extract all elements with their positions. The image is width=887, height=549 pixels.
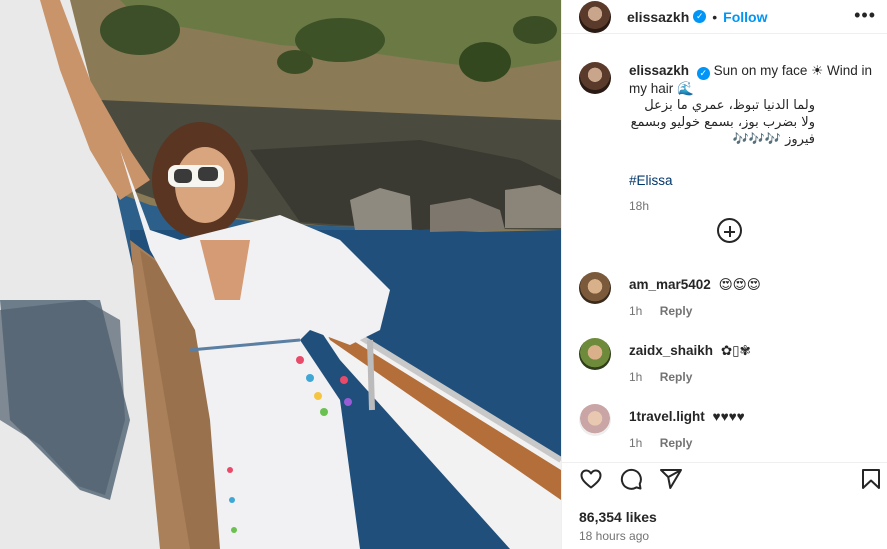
comment-icon[interactable]	[619, 467, 643, 491]
author-avatar[interactable]	[579, 0, 611, 33]
hashtag-link[interactable]: #Elissa	[629, 172, 879, 189]
verified-badge-icon: ✓	[696, 67, 710, 80]
comment-username[interactable]: zaidx_shaikh	[629, 343, 713, 358]
comment-item: am_mar5402 😍😍😍 1h Reply	[579, 272, 879, 318]
comment-username[interactable]: am_mar5402	[629, 277, 711, 292]
action-bar: 86,354 likes 18 hours ago	[562, 462, 887, 549]
bookmark-icon[interactable]	[859, 467, 883, 491]
reply-button[interactable]: Reply	[660, 370, 693, 384]
comment-item: 1travel.light ♥♥♥♥ 1h Reply	[579, 404, 879, 450]
caption-username[interactable]: elissazkh	[629, 63, 689, 78]
heart-icon[interactable]	[579, 467, 603, 491]
post-panel: elissazkh ✓ • Follow ••• elissazkh ✓ Sun…	[561, 0, 887, 549]
comment-text: 😍😍😍	[718, 277, 761, 292]
post-time-ago: 18 hours ago	[579, 529, 650, 543]
comment-time: 1h	[629, 304, 643, 318]
separator-dot: •	[712, 8, 718, 25]
follow-button[interactable]: Follow	[723, 9, 767, 25]
commenter-avatar[interactable]	[579, 272, 611, 304]
reply-button[interactable]: Reply	[660, 304, 693, 318]
verified-badge-icon: ✓	[693, 10, 707, 23]
more-options-icon[interactable]: •••	[854, 6, 876, 24]
post-image	[0, 0, 561, 549]
likes-count[interactable]: 86,354 likes	[579, 509, 657, 525]
caption-arabic-text: ولما الدنيا تبوظ، عمري ما بزعل ولا بضرب …	[630, 98, 815, 147]
commenter-avatar[interactable]	[579, 404, 611, 436]
comment-username[interactable]: 1travel.light	[629, 409, 705, 424]
comment-time: 1h	[629, 370, 643, 384]
load-more-comments-icon[interactable]	[717, 218, 742, 243]
caption: elissazkh ✓ Sun on my face ☀ Wind in my …	[579, 62, 879, 215]
post-header: elissazkh ✓ • Follow •••	[562, 0, 887, 34]
commenter-avatar[interactable]	[579, 338, 611, 370]
comment-item: zaidx_shaikh ✿▯✾ 1h Reply	[579, 338, 879, 384]
comment-text: ✿▯✾	[720, 343, 751, 358]
author-username[interactable]: elissazkh	[627, 9, 689, 25]
caption-avatar[interactable]	[579, 62, 611, 94]
comment-text: ♥♥♥♥	[712, 409, 745, 424]
share-icon[interactable]	[659, 467, 683, 491]
reply-button[interactable]: Reply	[660, 436, 693, 450]
post-photo[interactable]	[0, 0, 561, 549]
caption-timestamp: 18h	[629, 199, 650, 213]
comment-time: 1h	[629, 436, 643, 450]
